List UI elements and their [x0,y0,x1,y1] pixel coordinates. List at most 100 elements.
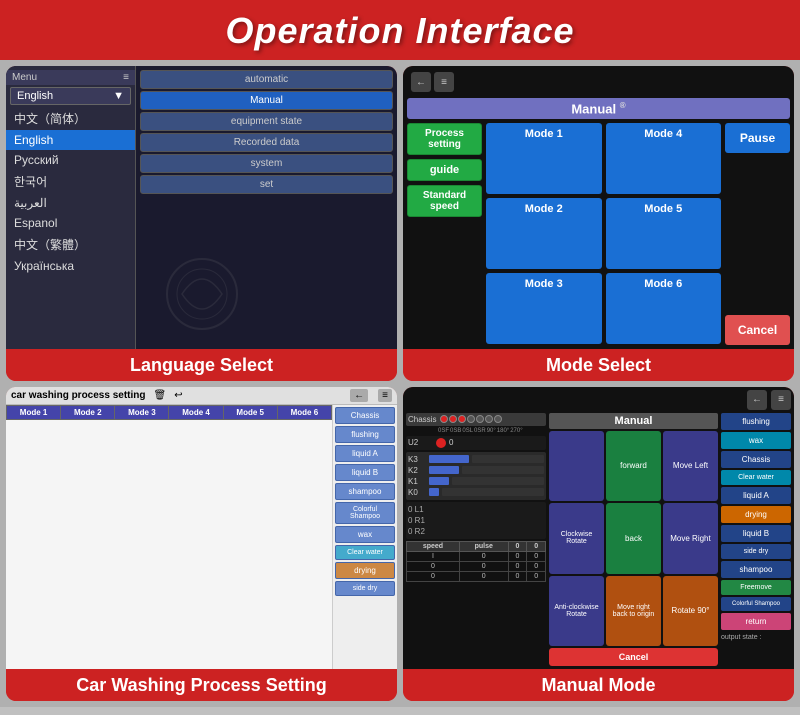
anti-clockwise-button[interactable]: Anti-clockwise Rotate [549,576,604,647]
u2-row: U2 0 [406,436,546,450]
mode6-button[interactable]: Mode 6 [606,273,722,344]
wash-btn-shampoo[interactable]: shampoo [335,483,395,500]
mr-freemove-button[interactable]: Freemove [721,580,791,595]
page-title: Operation Interface [0,10,800,52]
mode-title: Manual [571,101,616,116]
chassis-dot-5 [476,415,484,423]
wash-btn-wax[interactable]: wax [335,526,395,543]
nav-automatic[interactable]: automatic [140,70,393,89]
k0-label: K0 [408,488,426,497]
ctrl-empty-1 [549,431,604,502]
car-washing-label: Car Washing Process Setting [6,669,397,701]
mr-colorful-shampoo-button[interactable]: Colorful Shampoo [721,597,791,611]
lang-item-ukrainian[interactable]: Українська [6,256,135,276]
manual-main-content: Chassis 0SF0SB0SL0SR90°180°270° [406,413,791,667]
rotate-90-button[interactable]: Rotate 90° [663,576,718,647]
car-washing-panel: car washing process setting 🗑 ↩ ← ≡ Mode… [6,387,397,702]
mr-shampoo-button[interactable]: shampoo [721,561,791,578]
lang-item-chinese-traditional[interactable]: 中文（繁體） [6,233,135,256]
lang-item-english[interactable]: English [6,130,135,150]
wash-btn-drying[interactable]: drying [335,562,395,579]
wash-top-bar: car washing process setting 🗑 ↩ ← ≡ [6,387,397,405]
page-header: Operation Interface [0,0,800,60]
wash-nav-back-icon[interactable]: ← [350,389,368,402]
mr-chassis-button[interactable]: Chassis [721,451,791,468]
wash-btn-colorful-shampoo[interactable]: Colorful Shampoo [335,502,395,524]
mr-side-dry-button[interactable]: side dry [721,544,791,559]
r2-label: 0 R2 [408,527,426,536]
mode-content: Process setting guide Standard speed Mod… [407,123,790,344]
k3-empty [472,455,544,463]
manual-cancel-button[interactable]: Cancel [549,648,718,666]
mr-liquid-b-button[interactable]: liquid B [721,525,791,542]
r1-row: 0 R1 [408,515,544,526]
pause-button[interactable]: Pause [725,123,790,153]
wash-delete-icon[interactable]: 🗑 [154,390,167,401]
mr-liquid-a-button[interactable]: liquid A [721,487,791,504]
k0-bar [429,488,439,496]
val2-col: 0 [527,541,546,551]
wash-btn-liquid-a[interactable]: liquid A [335,445,395,462]
k2-empty [462,466,544,474]
chassis-dot-6 [485,415,493,423]
mode-back-icon[interactable]: ← [411,72,431,92]
wash-btn-chassis[interactable]: Chassis [335,407,395,424]
mode2-button[interactable]: Mode 2 [486,198,602,269]
l1-row: 0 L1 [408,504,544,515]
lang-item-arabic[interactable]: العربية [6,193,135,213]
manual-mode-panel: ← ≡ Chassis [403,387,794,702]
language-select-label: Language Select [6,349,397,381]
wash-btn-flushing[interactable]: flushing [335,426,395,443]
u2-dot [436,438,446,448]
mr-return-button[interactable]: return [721,613,791,630]
nav-set[interactable]: set [140,175,393,194]
wash-btn-liquid-b[interactable]: liquid B [335,464,395,481]
manual-top-bar: ← ≡ [406,390,791,410]
forward-button[interactable]: forward [606,431,661,502]
nav-equipment-state[interactable]: equipment state [140,112,393,131]
back-button[interactable]: back [606,503,661,574]
clockwise-rotate-button[interactable]: Clockwise Rotate [549,503,604,574]
manual-back-icon[interactable]: ← [747,390,767,410]
process-setting-button[interactable]: Process setting [407,123,482,155]
nav-manual[interactable]: Manual [140,91,393,110]
mode-title-bar: Manual ® [407,98,790,119]
v1-cell-3: 0 [508,571,527,581]
move-right-origin-button[interactable]: Move right back to origin [606,576,661,647]
pulse-cell-3: 0 [459,571,508,581]
standard-speed-button[interactable]: Standard speed [407,185,482,217]
wash-back-icon[interactable]: ↩ [174,390,182,401]
mode-menu-icon[interactable]: ≡ [434,72,454,92]
nav-system[interactable]: system [140,154,393,173]
nav-recorded-data[interactable]: Recorded data [140,133,393,152]
pulse-col: pulse [459,541,508,551]
mode5-button[interactable]: Mode 5 [606,198,722,269]
mode1-button[interactable]: Mode 1 [486,123,602,194]
lang-item-russian[interactable]: Русский [6,150,135,170]
trademark-symbol: ® [620,101,626,110]
guide-button[interactable]: guide [407,159,482,181]
lang-item-chinese-simplified[interactable]: 中文（简体） [6,107,135,130]
manual-menu-icon[interactable]: ≡ [771,390,791,410]
wash-nav-menu-icon[interactable]: ≡ [378,389,392,402]
lang-item-korean[interactable]: 한국어 [6,170,135,193]
k0-empty [442,488,544,496]
mr-clear-water-button[interactable]: Clear water [721,470,791,485]
mr-flushing-button[interactable]: flushing [721,413,791,430]
pulse-cell-1: 0 [459,551,508,561]
mode3-button[interactable]: Mode 3 [486,273,602,344]
mode4-button[interactable]: Mode 4 [606,123,722,194]
wash-btn-clear-water[interactable]: Clear water [335,545,395,560]
wash-title: car washing process setting [11,390,146,401]
language-dropdown[interactable]: English ▼ [10,87,131,105]
speed-cell-3: 0 [407,571,460,581]
mr-drying-button[interactable]: drying [721,506,791,523]
move-left-button[interactable]: Move Left [663,431,718,502]
col-header-mode2: Mode 2 [61,405,115,419]
move-right-button[interactable]: Move Right [663,503,718,574]
lang-item-spanish[interactable]: Espanol [6,213,135,233]
cancel-button[interactable]: Cancel [725,315,790,345]
chassis-dots [440,415,502,423]
mr-wax-button[interactable]: wax [721,432,791,449]
wash-btn-side-dry[interactable]: side dry [335,581,395,596]
